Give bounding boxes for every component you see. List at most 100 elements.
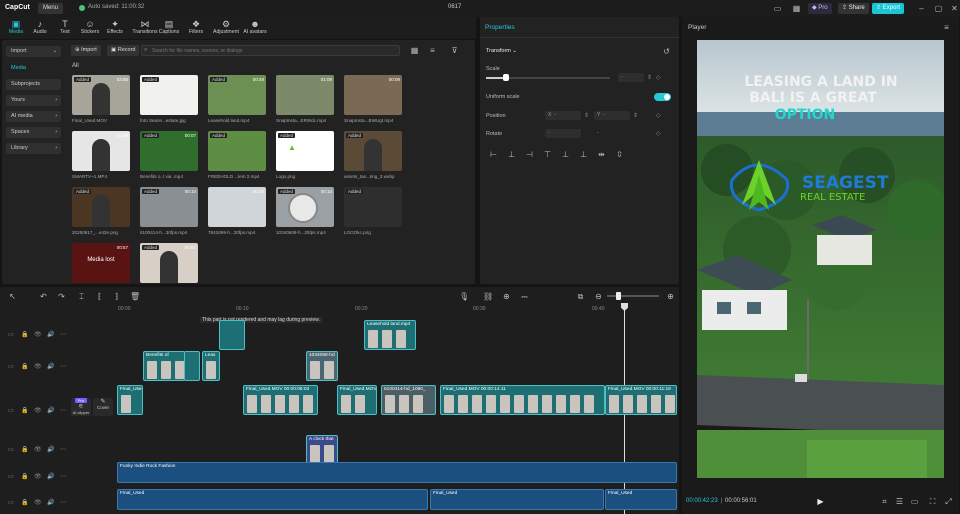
split-icon[interactable]: ⌶ bbox=[77, 292, 86, 301]
timeline-clip[interactable]: Final_Used.MOV 00:00:11:18 bbox=[605, 385, 677, 415]
timeline-clip[interactable]: 6100414-hd_1080_ bbox=[381, 385, 436, 415]
track-control-icon[interactable]: 🔒 bbox=[21, 446, 28, 453]
search-input[interactable] bbox=[141, 45, 400, 56]
keyframe-icon[interactable]: ◇ bbox=[656, 112, 661, 119]
sidebar-item-subprojects[interactable]: Subprojects bbox=[6, 79, 61, 90]
cover-button[interactable]: ✎ Cover bbox=[93, 398, 113, 416]
project-title[interactable]: 0617 bbox=[448, 4, 461, 10]
align-icon[interactable]: ⇹ bbox=[597, 150, 606, 159]
zoom-slider-handle[interactable] bbox=[616, 292, 621, 300]
track-control-icon[interactable]: 🔊 bbox=[47, 363, 54, 370]
zoom-slider[interactable] bbox=[607, 295, 659, 297]
media-thumbnail[interactable]: Added bbox=[208, 131, 266, 171]
select-icon[interactable]: ↖ bbox=[8, 292, 17, 301]
audio-clip[interactable]: Final_Used bbox=[605, 489, 677, 510]
track-control-icon[interactable]: 🔒 bbox=[21, 473, 28, 480]
keyframe-icon[interactable]: ◇ bbox=[656, 74, 661, 81]
track-control-icon[interactable]: ▭ bbox=[8, 407, 14, 414]
media-thumbnail[interactable]: 00:09 bbox=[72, 131, 130, 171]
media-thumbnail[interactable]: Added bbox=[344, 187, 402, 227]
track-control-icon[interactable]: 🔒 bbox=[21, 363, 28, 370]
tool-audio[interactable]: ♪ Audio bbox=[28, 18, 52, 39]
mic-icon[interactable]: 🎙 bbox=[459, 292, 469, 301]
split-right-icon[interactable]: ⁆ bbox=[112, 292, 121, 301]
align-icon[interactable]: ⇳ bbox=[615, 150, 624, 159]
video-preview[interactable]: LEASING A LAND IN BALI IS A GREAT OPTION… bbox=[697, 40, 944, 478]
zoom-fit-icon[interactable]: ⧉ bbox=[576, 292, 585, 301]
tool-ai-avatars[interactable]: ☻ AI avatars bbox=[243, 18, 267, 39]
redo-icon[interactable]: ↷ bbox=[57, 292, 66, 301]
track-control-icon[interactable]: ⋯ bbox=[60, 499, 66, 506]
align-icon[interactable]: ⊥ bbox=[561, 150, 570, 159]
expand-icon[interactable]: ⤢ bbox=[944, 497, 953, 506]
timeline-clip[interactable]: Final_Used bbox=[117, 385, 143, 415]
scale-field[interactable]: - bbox=[618, 73, 644, 82]
position-y-stepper-icon[interactable]: ⇕ bbox=[633, 112, 638, 119]
tool-media[interactable]: ▣ Media bbox=[4, 18, 28, 39]
media-thumbnail[interactable]: Added 00:57 bbox=[140, 243, 198, 283]
track-control-icon[interactable]: ▭ bbox=[8, 473, 14, 480]
sidebar-item-yours[interactable]: Yours › bbox=[6, 95, 61, 106]
sidebar-item-spaces[interactable]: Spaces › bbox=[6, 127, 61, 138]
crop-icon[interactable]: ⌗ bbox=[880, 497, 889, 506]
position-x-stepper-icon[interactable]: ⇕ bbox=[584, 112, 589, 119]
split-left-icon[interactable]: ⁅ bbox=[95, 292, 104, 301]
align-icon[interactable]: ⊥ bbox=[507, 150, 516, 159]
track-control-icon[interactable]: 🔒 bbox=[21, 499, 28, 506]
timeline-clip[interactable]: A clock that bbox=[306, 435, 338, 465]
sort-icon[interactable]: ≡ bbox=[428, 46, 437, 55]
timeline-clip[interactable]: 1034068-hd bbox=[306, 351, 338, 381]
tool-text[interactable]: T Text bbox=[53, 18, 77, 39]
transform-header[interactable]: Transform ⌄ bbox=[486, 48, 517, 54]
play-icon[interactable]: ▶ bbox=[816, 497, 825, 506]
fullscreen-icon[interactable]: ⛶ bbox=[928, 497, 937, 506]
import-button[interactable]: ⊕ Import bbox=[71, 45, 101, 56]
track-control-icon[interactable]: 👁 bbox=[34, 499, 42, 506]
sidebar-item-ai-media[interactable]: AI media › bbox=[6, 111, 61, 122]
timeline-clip[interactable]: Leasehold land.mp4 bbox=[364, 320, 416, 350]
track-control-icon[interactable]: 👁 bbox=[34, 473, 42, 480]
track-control-icon[interactable]: ▭ bbox=[8, 363, 14, 370]
timeline-clip[interactable]: Final_Used.MOV bbox=[337, 385, 377, 415]
filter-icon[interactable]: ⊽ bbox=[450, 46, 459, 55]
audio-clip[interactable]: Final_Used bbox=[117, 489, 428, 510]
align-icon[interactable]: ⊣ bbox=[525, 150, 534, 159]
media-thumbnail[interactable]: 00:09 bbox=[344, 75, 402, 115]
tool-filters[interactable]: ❖ Filters bbox=[184, 18, 208, 39]
media-thumbnail[interactable]: Added 00:10 bbox=[276, 187, 334, 227]
track-control-icon[interactable]: 👁 bbox=[34, 331, 42, 338]
track-control-icon[interactable]: ⋯ bbox=[60, 473, 66, 480]
media-thumbnail[interactable]: Added 00:07 bbox=[140, 131, 198, 171]
minimize-icon[interactable]: – bbox=[917, 4, 926, 13]
media-thumbnail[interactable]: Added bbox=[72, 187, 130, 227]
media-thumbnail[interactable]: ▲ Added bbox=[276, 131, 334, 171]
track-control-icon[interactable]: ▭ bbox=[8, 499, 14, 506]
shortcuts-icon[interactable]: ▦ bbox=[792, 4, 801, 13]
timeline-clip[interactable]: Benefits of bbox=[143, 351, 185, 381]
filter-all-label[interactable]: All bbox=[72, 63, 79, 69]
timeline-clip[interactable]: Leas bbox=[202, 351, 220, 381]
tool-adjustment[interactable]: ⚙ Adjustment bbox=[211, 18, 241, 39]
quality-icon[interactable]: ☰ bbox=[895, 497, 904, 506]
track-control-icon[interactable]: ⋯ bbox=[60, 363, 66, 370]
track-control-icon[interactable]: 🔊 bbox=[47, 331, 54, 338]
audio-clip[interactable]: Funky Indie Rock Fashion bbox=[117, 462, 677, 483]
media-thumbnail[interactable]: Added 00:49 bbox=[208, 75, 266, 115]
export-button[interactable]: ⇧ Export bbox=[872, 3, 905, 14]
timeline-clip[interactable] bbox=[184, 351, 200, 381]
align-icon[interactable]: ⊢ bbox=[489, 150, 498, 159]
scale-slider-handle[interactable] bbox=[502, 74, 509, 81]
position-x-field[interactable]: X - bbox=[545, 111, 581, 120]
track-control-icon[interactable]: 🔊 bbox=[47, 446, 54, 453]
snap-icon[interactable]: ⊕ bbox=[502, 292, 511, 301]
track-control-icon[interactable]: ▭ bbox=[8, 446, 14, 453]
align-icon[interactable]: ⊥ bbox=[579, 150, 588, 159]
track-control-icon[interactable]: 👁 bbox=[34, 363, 42, 370]
media-thumbnail[interactable]: Added bbox=[344, 131, 402, 171]
timeline-clip[interactable]: Final_Used.MOV 00:00:14:11 bbox=[440, 385, 605, 415]
layout-icon[interactable]: ▭ bbox=[773, 4, 782, 13]
rotate-field[interactable]: - bbox=[545, 129, 581, 138]
track-control-icon[interactable]: ⋯ bbox=[60, 446, 66, 453]
share-button[interactable]: ⇪ Share bbox=[838, 3, 869, 14]
track-control-icon[interactable]: 🔊 bbox=[47, 407, 54, 414]
